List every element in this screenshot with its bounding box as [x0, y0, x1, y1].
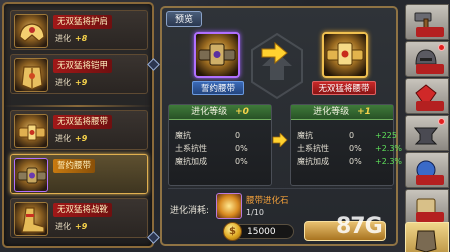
list-item[interactable]: 无双猛将铠甲 进化 +9 [10, 54, 148, 94]
arrow-right-icon [272, 133, 288, 147]
item-name: 无双猛将护肩 [53, 15, 113, 29]
stat-header-label: 进化等级 [191, 107, 228, 117]
stat-increase: +2.3% [375, 144, 403, 153]
current-item-name: 誓约腰带 [192, 81, 244, 95]
tab-6[interactable] [405, 189, 449, 225]
right-tab-bar [403, 0, 450, 252]
list-divider [4, 105, 152, 107]
stat-row: 魔抗 0 [175, 130, 269, 141]
anvil-icon [413, 127, 439, 145]
stat-header: 进化等级 +1 [291, 105, 393, 120]
arrow-right-icon [261, 42, 288, 64]
boots-icon [14, 202, 48, 236]
stat-header: 进化等级 +0 [169, 105, 271, 120]
stat-value: 0 [235, 131, 241, 140]
belt-icon [198, 43, 236, 66]
item-name: 无双猛将腰带 [53, 115, 113, 129]
stat-name: 魔抗加成 [175, 157, 207, 166]
belt-icon [326, 42, 364, 66]
stat-name: 魔抗 [175, 131, 191, 140]
item-level: 进化 +9 [55, 77, 87, 88]
stat-value: 0% [235, 157, 248, 166]
stat-name: 魔抗 [297, 131, 313, 140]
stat-value: 0% [349, 144, 362, 153]
armor-icon [415, 230, 437, 252]
list-item[interactable]: 无双猛将腰带 进化 +9 [10, 110, 148, 150]
stat-value: 0 [349, 131, 355, 140]
stat-increase: +225 [375, 131, 397, 140]
gold-coin-icon: $ [223, 222, 242, 241]
level-bonus: +8 [75, 34, 88, 43]
target-item-slot[interactable] [322, 32, 368, 78]
target-stats-box: 进化等级 +1 魔抗 0 +225 土系抗性 0% +2.3% 魔抗加成 0% +2.3% [290, 104, 402, 186]
stat-row: 魔抗加成 0% +2.3% [297, 156, 402, 167]
tab-tag [416, 101, 444, 111]
stone-count: 1/10 [246, 208, 264, 217]
tab-3[interactable] [405, 78, 449, 114]
current-stats-box: 进化等级 +0 魔抗 0 土系抗性 0% 魔抗加成 0% [168, 104, 272, 186]
preview-tab[interactable]: 预览 [166, 11, 202, 27]
list-item[interactable]: 无双猛将护肩 进化 +8 [10, 10, 148, 50]
stat-row: 土系抗性 0% [175, 143, 269, 154]
tab-5[interactable] [405, 152, 449, 188]
item-level: 进化 +8 [55, 33, 87, 44]
level-label: 进化 [55, 134, 71, 143]
tab-tag [416, 212, 444, 222]
stat-header-label: 进化等级 [313, 107, 350, 117]
tab-4[interactable] [405, 115, 449, 151]
item-name: 无双猛将铠甲 [53, 59, 113, 73]
stat-increase: +2.3% [375, 157, 403, 166]
level-label: 进化 [55, 222, 71, 231]
upgrade-emblem-icon [251, 32, 303, 100]
evolve-level: +1 [357, 107, 371, 117]
tab-2[interactable] [405, 41, 449, 77]
stat-row: 魔抗 0 +225 [297, 130, 397, 141]
item-name: 誓约腰带 [53, 159, 96, 173]
level-bonus: +9 [75, 78, 88, 87]
item-name: 无双猛将战靴 [53, 203, 113, 217]
tab-1[interactable] [405, 4, 449, 40]
tab-tag [416, 175, 444, 185]
equipment-list: 无双猛将护肩 进化 +8 无双猛将铠甲 进化 +9 无双猛将腰带 进化 +9 誓约腰带… [2, 2, 154, 248]
tab-tag [416, 27, 444, 37]
evolve-level: +0 [235, 107, 249, 117]
list-item-selected[interactable]: 誓约腰带 [10, 154, 148, 194]
current-item-slot[interactable] [194, 32, 240, 78]
stat-name: 土系抗性 [297, 144, 329, 153]
stat-value: 0% [235, 144, 248, 153]
stat-name: 魔抗加成 [297, 157, 329, 166]
evolve-stone-icon[interactable] [216, 193, 242, 219]
list-item[interactable]: 无双猛将战靴 进化 +9 [10, 198, 148, 238]
level-label: 进化 [55, 78, 71, 87]
shoulder-armor-icon [14, 14, 48, 48]
item-level: 进化 +9 [55, 133, 87, 144]
stat-value: 0% [349, 157, 362, 166]
level-bonus: +9 [75, 134, 88, 143]
stone-name: 腰带进化石 [246, 196, 289, 206]
belt-icon [14, 114, 48, 148]
evolve-panel: 预览 誓约腰带 无双猛将腰带 进化等级 +0 魔抗 0 土系抗性 0% 魔抗加成 0% … [160, 6, 402, 246]
watermark: 87G [336, 214, 383, 239]
armor-icon [14, 58, 48, 92]
tab-7-active[interactable] [405, 222, 449, 252]
target-item-name: 无双猛将腰带 [312, 81, 376, 95]
stat-row: 魔抗加成 0% [175, 156, 269, 167]
stat-name: 土系抗性 [175, 144, 207, 153]
level-label: 进化 [55, 34, 71, 43]
gold-value: 15000 [247, 227, 276, 237]
stat-row: 土系抗性 0% +2.3% [297, 143, 402, 154]
cost-label: 进化消耗: [170, 206, 210, 216]
belt-icon [14, 158, 48, 192]
level-bonus: +9 [75, 222, 88, 231]
tab-tag [416, 64, 444, 74]
item-level: 进化 +9 [55, 221, 87, 232]
gold-cost: $ 15000 [223, 222, 294, 241]
